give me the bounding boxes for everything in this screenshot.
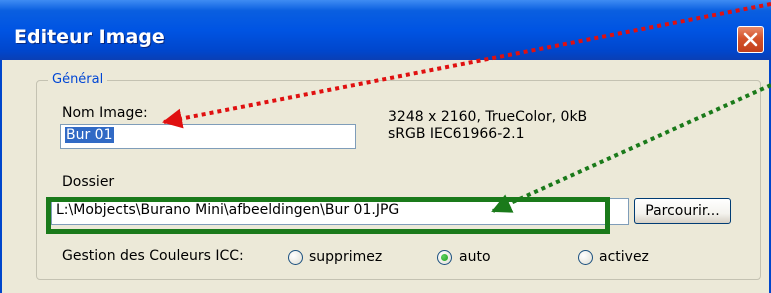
red-dotted-arrow [162, 2, 771, 129]
annotation-overlay [162, 2, 771, 213]
green-dotted-arrow [491, 83, 771, 213]
